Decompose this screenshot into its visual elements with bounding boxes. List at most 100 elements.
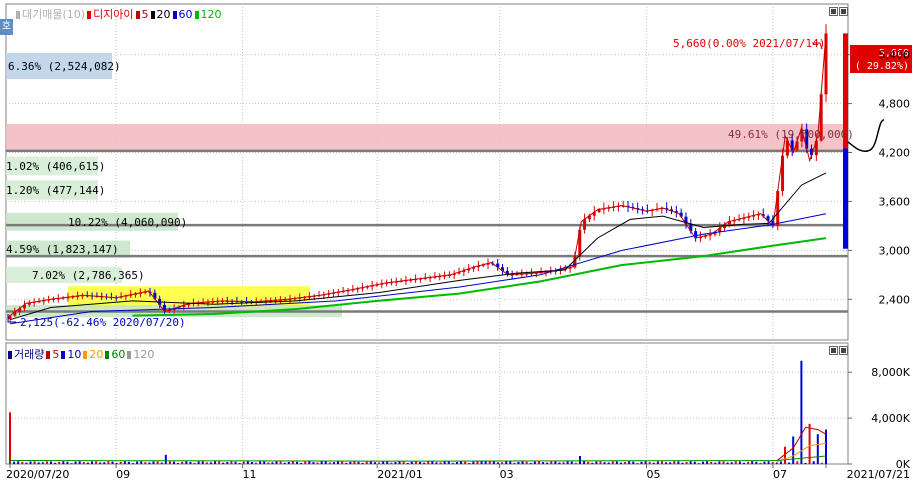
price-y-tick-label: 3,600 (879, 195, 911, 208)
volume-bar (410, 461, 413, 464)
volume-bar (804, 462, 807, 464)
volume-bar (209, 462, 212, 464)
volume-bar (701, 461, 704, 464)
side-tab[interactable]: 호 (0, 19, 13, 35)
volume-bar (619, 462, 622, 464)
volume-bar (693, 461, 696, 464)
volume-bar (488, 461, 491, 464)
volume-bar (792, 436, 795, 464)
volume-bar (58, 461, 61, 464)
volume-bar (747, 461, 750, 464)
volume-bar (681, 462, 684, 464)
volume-bar (337, 461, 340, 464)
volume-bar (710, 462, 713, 464)
volume-pane-close-button[interactable] (839, 346, 848, 355)
volume-bar (140, 461, 143, 464)
volume-bar (369, 461, 372, 464)
x-axis-label: 2021/07/21 (847, 468, 910, 481)
volume-bar (455, 462, 458, 464)
x-axis-label: 2020/07/20 (6, 468, 69, 481)
price-pane-restore-button[interactable] (829, 7, 838, 16)
volume-bar (181, 461, 184, 464)
volume-bar (755, 461, 758, 464)
volume-bar (50, 461, 53, 464)
volume-bar (218, 461, 221, 464)
volume-bar (689, 461, 692, 464)
price-legend-label[interactable]: 120 (201, 8, 222, 21)
x-axis-label: 05 (646, 468, 660, 481)
volume-bar (435, 462, 438, 464)
volume-bar (386, 461, 389, 464)
volume-bar (751, 461, 754, 464)
volume-bar (132, 462, 135, 464)
volume-legend-swatch (46, 351, 51, 359)
volume-legend-label[interactable]: 거래량 (14, 348, 44, 361)
volume-bar (636, 463, 639, 464)
volume-bar (283, 462, 286, 464)
volume-bar (796, 461, 799, 464)
price-legend-label[interactable]: 디지아이 (93, 8, 133, 21)
volume-legend: 거래량 5 10 20 60 120 (8, 346, 156, 362)
volume-bar (189, 461, 192, 464)
volume-bar (472, 461, 475, 464)
volume-bar (812, 461, 815, 464)
volume-bar (349, 461, 352, 464)
volume-bar (443, 461, 446, 464)
volume-bar (324, 461, 327, 464)
volume-bar (341, 461, 344, 464)
price-legend-swatch (150, 11, 155, 19)
volume-bar (279, 461, 282, 464)
volume-bar (345, 462, 348, 464)
volume-bar (718, 461, 721, 464)
volume-bar (316, 462, 319, 464)
volume-bar (431, 461, 434, 464)
volume-bar (439, 462, 442, 464)
price-pane-close-button[interactable] (839, 7, 848, 16)
volume-bar (492, 461, 495, 464)
volume-legend-label[interactable]: 10 (67, 348, 81, 361)
volume-bar (168, 461, 171, 464)
volume-bar (537, 461, 540, 464)
volume-legend-label[interactable]: 60 (111, 348, 125, 361)
volume-bar (107, 461, 110, 464)
volume-bar (287, 461, 290, 464)
volume-bar (615, 461, 618, 464)
volume-bar (607, 462, 610, 464)
volume-bar (517, 461, 520, 464)
volume-bar (730, 462, 733, 464)
volume-bar (17, 461, 20, 464)
volume-bar (669, 462, 672, 464)
volume-bar (660, 461, 663, 464)
price-legend-label[interactable]: 대기매물(10) (22, 8, 85, 21)
candle-body (583, 219, 587, 230)
volume-pane-restore-button[interactable] (829, 346, 838, 355)
volume-bar (185, 461, 188, 464)
volume-bar (825, 429, 827, 464)
volume-legend-label[interactable]: 20 (89, 348, 103, 361)
volume-bar (591, 462, 594, 464)
volume-y-tick-label: 8,000K (871, 366, 910, 379)
volume-bar (271, 462, 274, 464)
volume-bar (250, 462, 253, 464)
volume-bar (632, 461, 635, 464)
price-legend-label[interactable]: 20 (157, 8, 171, 21)
price-legend-label[interactable]: 5 (142, 8, 149, 21)
x-axis-label: 07 (773, 468, 787, 481)
volume-bar (574, 462, 577, 464)
x-axis-label: 11 (243, 468, 257, 481)
current-down-bar (843, 148, 848, 249)
volume-bar (570, 461, 573, 464)
price-legend-swatch (135, 11, 140, 19)
volume-bar (242, 461, 245, 464)
high-price-annotation: 5,660(0.00% 2021/07/14) (673, 37, 825, 50)
price-y-tick-label: 4,800 (879, 98, 911, 111)
volume-legend-label[interactable]: 5 (52, 348, 59, 361)
volume-bar (542, 462, 545, 464)
volume-bar (173, 461, 176, 464)
volume-bar (111, 461, 114, 464)
volume-bar (136, 461, 139, 464)
volume-legend-label[interactable]: 120 (133, 348, 154, 361)
x-axis-label: 2021/01 (377, 468, 423, 481)
price-legend-label[interactable]: 60 (179, 8, 193, 21)
volume-bar (714, 462, 717, 464)
